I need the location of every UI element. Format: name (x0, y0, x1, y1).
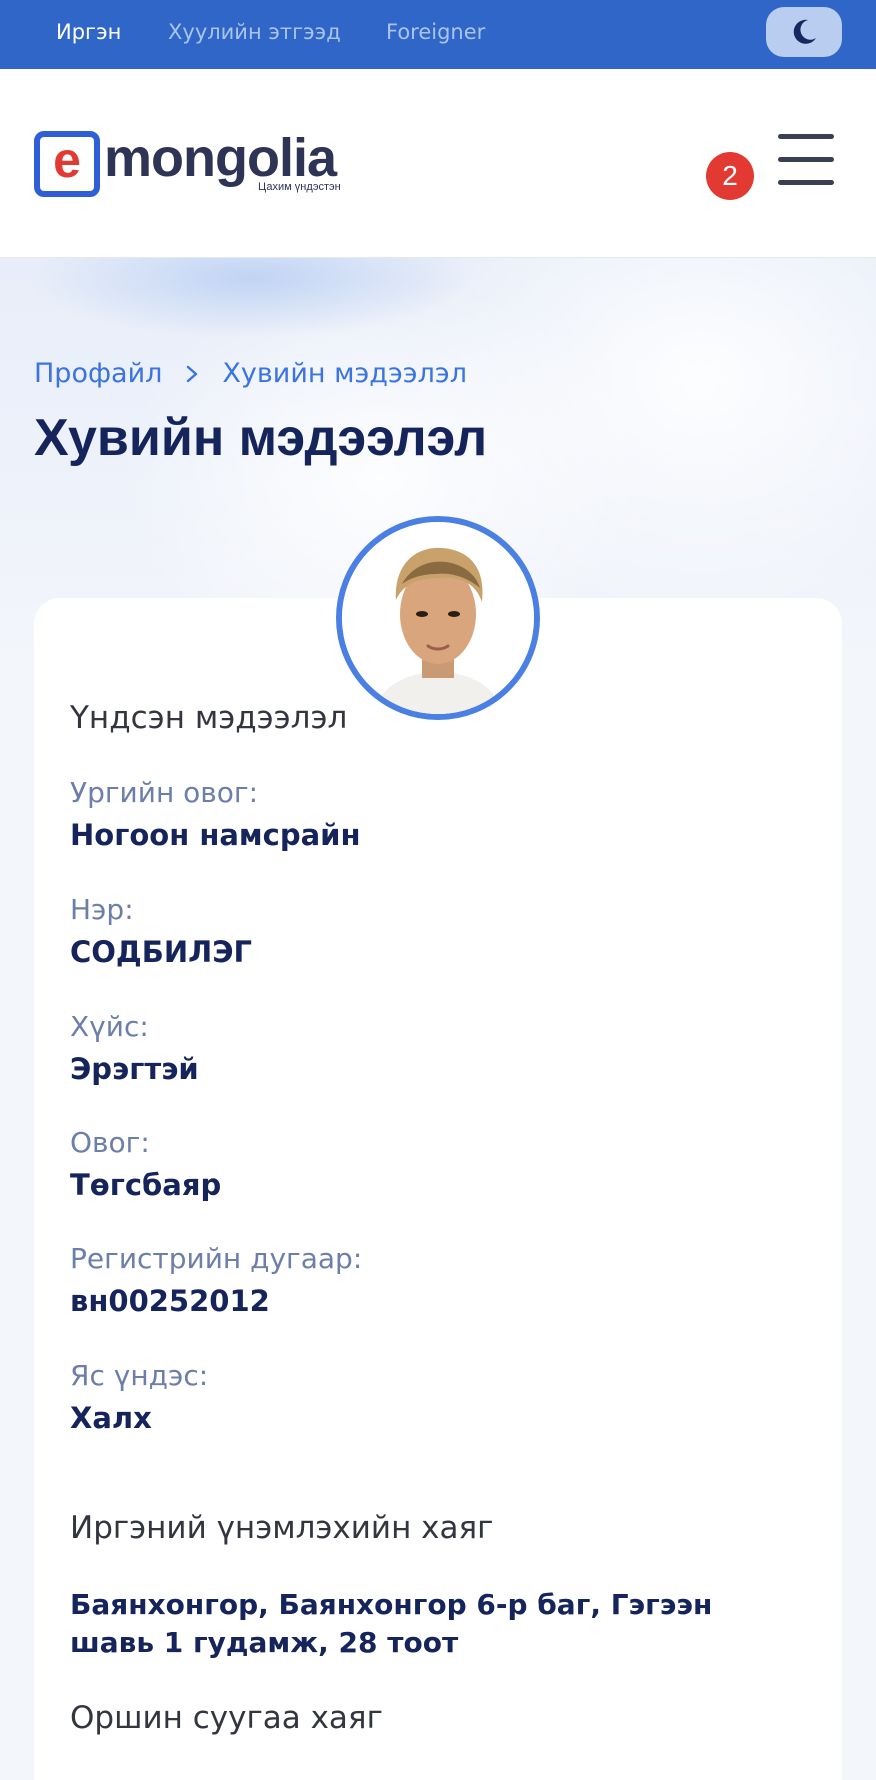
profile-avatar (336, 516, 540, 720)
field-label-clan-name: Ургийн овог: (70, 776, 259, 809)
breadcrumb: Профайл Хувийн мэдээлэл (34, 358, 467, 389)
basic-info-section-title: Үндсэн мэдээлэл (70, 700, 348, 736)
field-value-ethnicity: Халх (70, 1401, 152, 1435)
field-value-given-name: СОДБИЛЭГ (70, 935, 252, 969)
tab-citizen[interactable]: Иргэн (56, 0, 121, 64)
hamburger-icon[interactable] (778, 134, 834, 186)
id-address-value: Баянхонгор, Баянхонгор 6-р баг, Гэгээн ш… (70, 1588, 713, 1659)
field-value-clan-name: Ногоон намсрайн (70, 818, 361, 852)
residence-address-section-title: Оршин суугаа хаяг (70, 1700, 383, 1736)
theme-toggle-button[interactable] (766, 7, 842, 57)
breadcrumb-item-profile[interactable]: Профайл (34, 358, 162, 389)
emongolia-logo[interactable]: e mongolia Цахим үндэстэн (34, 128, 354, 203)
field-label-given-name: Нэр: (70, 893, 134, 926)
notification-badge[interactable]: 2 (706, 152, 754, 200)
avatar-portrait (342, 522, 534, 714)
field-label-gender: Хүйс: (70, 1010, 149, 1043)
logo-wordmark: mongolia (104, 128, 337, 188)
id-address-section-title: Иргэний үнэмлэхийн хаяг (70, 1510, 494, 1546)
tab-foreigner[interactable]: Foreigner (386, 0, 485, 64)
field-label-ethnicity: Яс үндэс: (70, 1359, 209, 1392)
field-value-gender: Эрэгтэй (70, 1052, 199, 1086)
top-navigation-bar: Иргэн Хуулийн этгээд Foreigner (0, 0, 876, 69)
field-label-registration-number: Регистрийн дугаар: (70, 1242, 363, 1275)
tab-legal-entity[interactable]: Хуулийн этгээд (168, 0, 341, 64)
field-label-surname: Овог: (70, 1126, 150, 1159)
logo-mark: e (34, 131, 100, 197)
chevron-right-icon (187, 365, 198, 382)
logo-tagline: Цахим үндэстэн (258, 181, 341, 193)
field-value-registration-number: вн00252012 (70, 1284, 270, 1318)
page-title: Хувийн мэдээлэл (34, 409, 488, 467)
breadcrumb-item-personal-info[interactable]: Хувийн мэдээлэл (222, 358, 467, 389)
field-value-surname: Төгсбаяр (70, 1168, 222, 1202)
moon-icon (793, 19, 816, 44)
